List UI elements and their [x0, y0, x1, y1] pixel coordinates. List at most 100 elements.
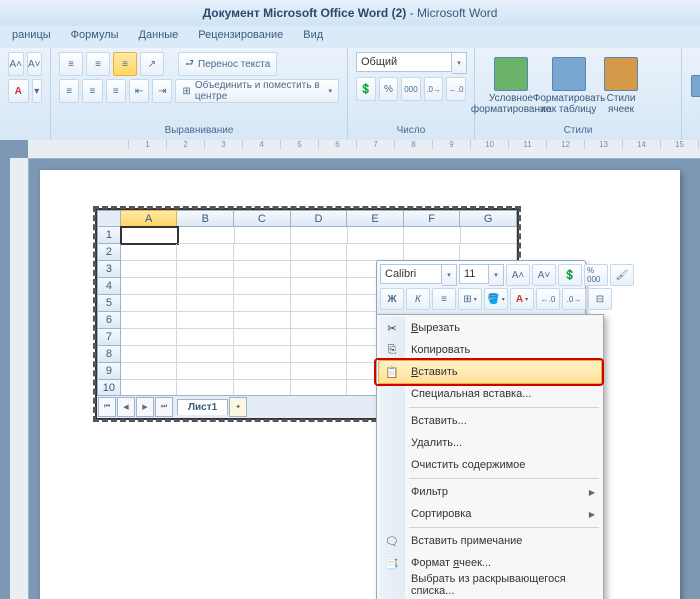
tab-pages[interactable]: раницы [2, 26, 61, 48]
title-bar: Документ Microsoft Office Word (2) - Mic… [0, 0, 700, 26]
mini-grow-font[interactable]: A˄ [506, 264, 530, 286]
align-left-button[interactable]: ≡ [59, 79, 79, 103]
ctx-filter[interactable]: Фильтр▶ [379, 481, 601, 503]
font-color-button[interactable]: A [8, 79, 29, 103]
format-cells-icon: 📑 [384, 555, 400, 571]
ctx-copy[interactable]: ⎘Копировать [379, 339, 601, 361]
ribbon: A˄ A˅ A ▾ ≡ ≡ ≡ ↗ ⮐ [0, 48, 700, 141]
mini-italic[interactable]: К [406, 288, 430, 310]
row-header[interactable]: 1 [97, 227, 121, 244]
font-color-dropdown[interactable]: ▾ [32, 79, 42, 103]
paste-icon: 📋 [384, 364, 400, 380]
sheet-nav-first[interactable]: ⏮ [98, 397, 116, 417]
mini-merge[interactable]: ⊟ [588, 288, 612, 310]
styles-group: Условное форматирование Форматировать ка… [475, 48, 682, 140]
mini-align[interactable]: ≡ [432, 288, 456, 310]
horizontal-ruler[interactable]: 1234567891011121314151617 [28, 140, 700, 159]
col-header-C[interactable]: C [234, 210, 291, 227]
col-header-F[interactable]: F [404, 210, 461, 227]
font-group-fragment: A˄ A˅ A ▾ [0, 48, 51, 140]
mini-increase-decimal[interactable]: .0→ [562, 288, 586, 310]
align-middle-button[interactable]: ≡ [86, 52, 110, 76]
number-format-combo[interactable]: Общий ▾ [356, 52, 467, 74]
format-as-table-button[interactable]: Форматировать как таблицу [541, 52, 597, 120]
col-header-E[interactable]: E [347, 210, 404, 227]
tab-view[interactable]: Вид [293, 26, 333, 48]
mini-bold[interactable]: Ж [380, 288, 404, 310]
tab-review[interactable]: Рецензирование [188, 26, 293, 48]
ctx-cut[interactable]: ✂Вырезать [379, 317, 601, 339]
alignment-caption: Выравнивание [59, 123, 339, 138]
decrease-decimal-button[interactable]: ←.0 [446, 77, 466, 101]
submenu-arrow-icon: ▶ [589, 510, 595, 519]
styles-caption: Стили [483, 123, 673, 138]
mini-shrink-font[interactable]: A˅ [532, 264, 556, 286]
cell-styles-button[interactable]: Стили ячеек [599, 52, 643, 120]
mini-currency[interactable]: 💲 [558, 264, 582, 286]
decrease-indent-button[interactable]: ⇤ [129, 79, 149, 103]
mini-decrease-decimal[interactable]: ←.0 [536, 288, 560, 310]
comment-icon: 🗨 [384, 533, 400, 549]
orientation-button[interactable]: ↗ [140, 52, 164, 76]
cells-group-fragment [682, 48, 700, 140]
app-window: { "title_doc": "Документ Microsoft Offic… [0, 0, 700, 599]
mini-toolbar: Calibri▾ 11▾ A˄ A˅ 💲 % 000 🖌 Ж К ≡ ⊞▾ 🪣▾… [376, 260, 586, 316]
merge-center-button[interactable]: ⊞ Объединить и поместить в центре ▾ [175, 79, 339, 103]
ctx-clear[interactable]: Очистить содержимое [379, 454, 601, 476]
alignment-group: ≡ ≡ ≡ ↗ ⮐ Перенос текста ≡ ≡ ≡ ⇤ ⇥ [51, 48, 348, 140]
increase-font-button[interactable]: A˄ [8, 52, 24, 76]
tab-formulas[interactable]: Формулы [61, 26, 129, 48]
document-title: Документ Microsoft Office Word (2) [203, 6, 407, 20]
decrease-font-button[interactable]: A˅ [27, 52, 43, 76]
sheet-nav-next[interactable]: ▶ [136, 397, 154, 417]
sheet-nav-last[interactable]: ⏭ [155, 397, 173, 417]
mini-borders[interactable]: ⊞▾ [458, 288, 482, 310]
ctx-paste[interactable]: 📋Вставить [378, 360, 602, 384]
mini-percent[interactable]: % 000 [584, 264, 608, 286]
ctx-dropdown-list[interactable]: Выбрать из раскрывающегося списка... [379, 574, 601, 596]
wrap-text-button[interactable]: ⮐ Перенос текста [178, 52, 277, 76]
mini-size-combo[interactable]: 11▾ [459, 264, 504, 286]
ctx-sort[interactable]: Сортировка▶ [379, 503, 601, 525]
percent-button[interactable]: % [379, 77, 399, 101]
copy-icon: ⎘ [384, 342, 400, 358]
sheet-tab-1[interactable]: Лист1 [177, 399, 228, 415]
select-all-corner[interactable] [97, 210, 121, 227]
align-top-button[interactable]: ≡ [59, 52, 83, 76]
increase-decimal-button[interactable]: .0→ [424, 77, 444, 101]
increase-indent-button[interactable]: ⇥ [152, 79, 172, 103]
new-sheet-button[interactable]: ✦ [229, 397, 247, 417]
sheet-nav-prev[interactable]: ◀ [117, 397, 135, 417]
col-header-A[interactable]: A [121, 210, 178, 227]
col-header-D[interactable]: D [291, 210, 348, 227]
mini-font-color[interactable]: A▾ [510, 288, 534, 310]
comma-button[interactable]: 000 [401, 77, 421, 101]
conditional-formatting-icon [494, 57, 528, 91]
vertical-ruler[interactable] [10, 158, 29, 599]
cut-icon: ✂ [384, 320, 400, 336]
number-caption: Число [356, 123, 466, 138]
tab-data[interactable]: Данные [129, 26, 189, 48]
submenu-arrow-icon: ▶ [589, 488, 595, 497]
mini-font-combo[interactable]: Calibri▾ [380, 264, 457, 286]
col-header-G[interactable]: G [460, 210, 517, 227]
ctx-insert[interactable]: Вставить... [379, 410, 601, 432]
conditional-formatting-button[interactable]: Условное форматирование [483, 52, 539, 120]
col-header-B[interactable]: B [177, 210, 234, 227]
app-name: Microsoft Word [417, 6, 497, 20]
insert-cells-button[interactable] [690, 52, 700, 120]
align-center-button[interactable]: ≡ [82, 79, 102, 103]
ctx-format-cells[interactable]: 📑Формат ячеек... [379, 552, 601, 574]
align-right-button[interactable]: ≡ [106, 79, 126, 103]
currency-button[interactable]: 💲 [356, 77, 376, 101]
wrap-text-icon: ⮐ [185, 56, 194, 73]
ctx-paste-special[interactable]: Специальная вставка... [379, 383, 601, 405]
merge-icon: ⊞ [182, 86, 190, 97]
ctx-delete[interactable]: Удалить... [379, 432, 601, 454]
align-bottom-button[interactable]: ≡ [113, 52, 137, 76]
ctx-insert-comment[interactable]: 🗨Вставить примечание [379, 530, 601, 552]
mini-fill-color[interactable]: 🪣▾ [484, 288, 508, 310]
format-table-icon [552, 57, 586, 91]
cell-A1[interactable] [120, 226, 179, 245]
mini-format-painter[interactable]: 🖌 [610, 264, 634, 286]
